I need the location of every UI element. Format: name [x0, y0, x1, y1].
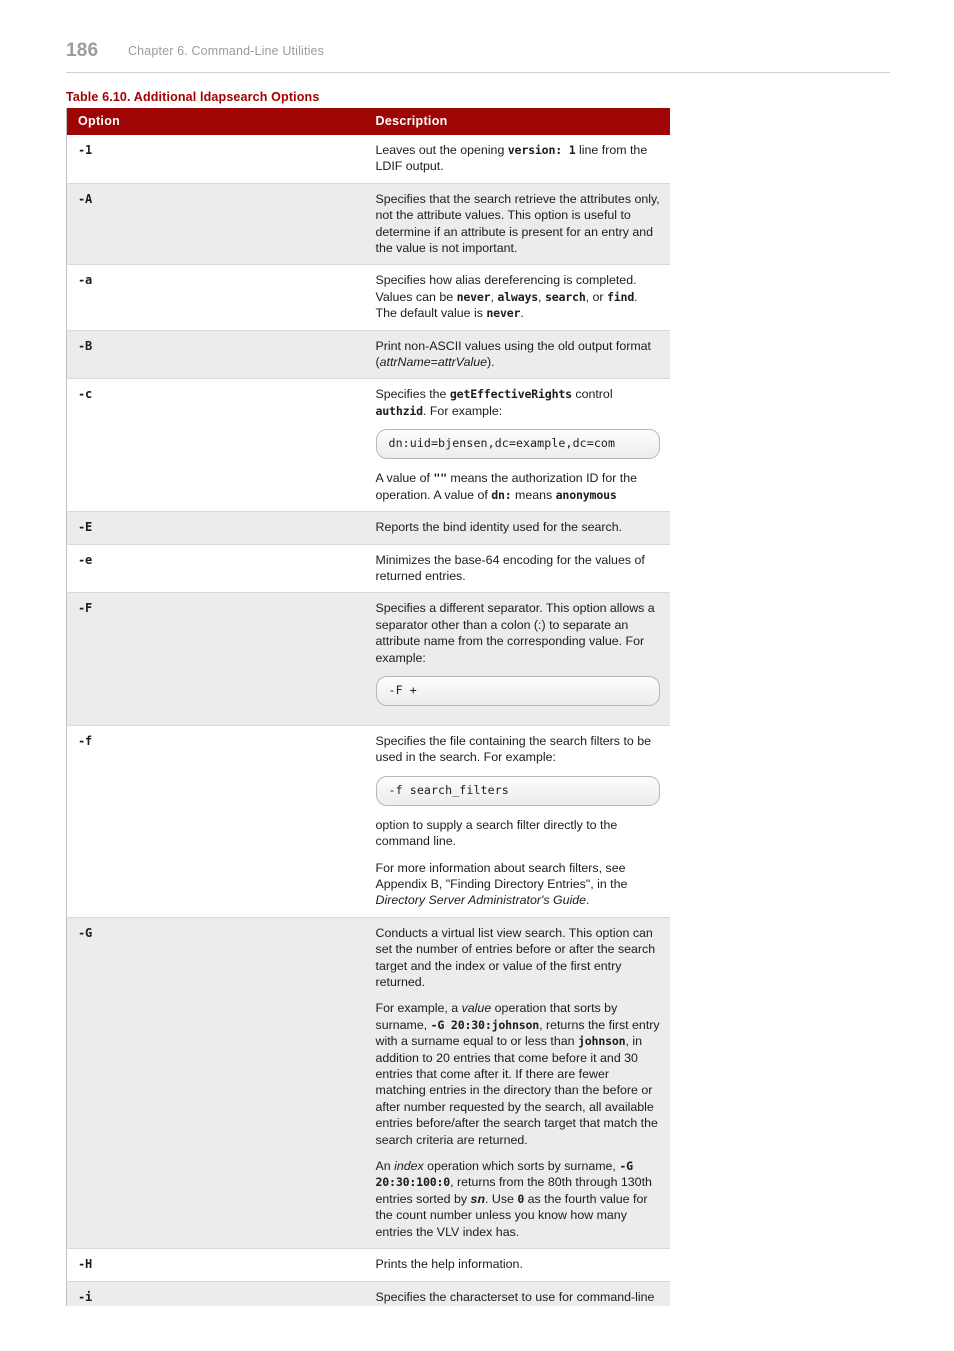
description-paragraph: Specifies the file containing the search… [375, 733, 652, 765]
table-body: -1 Leaves out the opening version: 1 line… [66, 135, 670, 1307]
description-paragraph: For example, a value operation that sort… [375, 1001, 660, 1147]
option-cell: -1 [66, 135, 371, 184]
table-row: -B Print non-ASCII values using the old o… [66, 329, 670, 379]
description-cell: Reports the bind identity used for the s… [370, 511, 670, 544]
description-cell: Print non-ASCII values using the old out… [370, 329, 670, 379]
table-header-row: Option Description [66, 108, 670, 135]
document-page: 186 Chapter 6. Command-Line Utilities Ta… [0, 0, 954, 1351]
description-paragraph: An index operation which sorts by surnam… [375, 1159, 652, 1239]
option-cell: -c [66, 378, 371, 512]
option-cell: -e [66, 543, 371, 593]
table-row: -a Specifies how alias dereferencing is c… [66, 264, 670, 331]
table-row: -e Minimizes the base-64 encoding for the… [66, 543, 670, 593]
option-cell: -i [66, 1280, 371, 1306]
table-row: -A Specifies that the search retrieve the… [66, 182, 670, 265]
option-cell: -F [66, 592, 371, 726]
column-header-description: Description [370, 108, 670, 135]
description-cell: Specifies a different separator. This op… [370, 592, 670, 726]
table-row: -G Conducts a virtual list view search. T… [66, 916, 670, 1249]
option-cell: -G [66, 916, 371, 1249]
description-cell: Minimizes the base-64 encoding for the v… [370, 543, 670, 593]
description-paragraph: Print non-ASCII values using the old out… [375, 338, 652, 370]
table-row: -c Specifies the getEffectiveRights contr… [66, 378, 670, 512]
table-row: -f Specifies the file containing the sear… [66, 724, 670, 918]
description-paragraph: Reports the bind identity used for the s… [375, 520, 623, 535]
table-head: Option Description [66, 108, 670, 135]
description-cell: Prints the help information. [370, 1248, 670, 1281]
option-cell: -a [66, 264, 371, 331]
description-paragraph: Prints the help information. [375, 1257, 523, 1272]
running-header: 186 Chapter 6. Command-Line Utilities [66, 40, 890, 73]
description-paragraph: Conducts a virtual list view search. Thi… [375, 925, 656, 989]
option-cell: -f [66, 724, 371, 918]
table-row: -1 Leaves out the opening version: 1 line… [66, 135, 670, 184]
option-cell: -E [66, 511, 371, 544]
description-cell: Leaves out the opening version: 1 line f… [370, 135, 670, 184]
description-paragraph: Specifies a different separator. This op… [375, 601, 655, 665]
page-number: 186 [66, 40, 99, 61]
description-paragraph: Specifies the getEffectiveRights control… [375, 387, 613, 418]
description-paragraph: A value of "" means the authorization ID… [375, 471, 638, 502]
description-cell: Specifies the file containing the search… [370, 724, 670, 918]
description-paragraph: Leaves out the opening version: 1 line f… [375, 143, 648, 174]
chapter-title: Chapter 6. Command-Line Utilities [128, 44, 325, 58]
column-header-option: Option [66, 108, 371, 135]
description-cell: Specifies how alias dereferencing is com… [370, 264, 670, 331]
table-row: -i Specifies the characterset to use for … [66, 1280, 670, 1307]
description-paragraph: option to supply a search filter directl… [375, 817, 618, 849]
description-cell: Specifies the getEffectiveRights control… [370, 378, 670, 512]
description-cell: Specifies that the search retrieve the a… [370, 182, 670, 265]
table-row: -F Specifies a different separator. This … [66, 592, 670, 726]
description-paragraph: Minimizes the base-64 encoding for the v… [375, 552, 645, 583]
table-row: -H Prints the help information. [66, 1248, 670, 1281]
option-cell: -B [66, 329, 371, 379]
options-table-container: Option Description -1 Leaves out the open… [66, 108, 670, 1306]
code-example-box: -f search_filters [375, 775, 660, 806]
option-cell: -H [66, 1248, 371, 1281]
table-row: -E Reports the bind identity used for the… [66, 511, 670, 544]
table-caption: Table 6.10. Additional ldapsearch Option… [66, 90, 320, 104]
description-paragraph: For more information about search filter… [375, 860, 628, 908]
description-paragraph: Specifies that the search retrieve the a… [375, 191, 660, 256]
description-paragraph: Specifies the characterset to use for co… [375, 1289, 655, 1307]
description-cell: Specifies the characterset to use for co… [370, 1280, 670, 1307]
code-example-box: dn:uid=bjensen,dc=example,dc=com [375, 429, 660, 460]
option-cell: -A [66, 182, 371, 265]
description-cell: Conducts a virtual list view search. Thi… [370, 916, 670, 1249]
options-table: Option Description -1 Leaves out the open… [66, 108, 670, 1306]
description-paragraph: Specifies how alias dereferencing is com… [375, 273, 638, 321]
code-example-box: -F + [375, 675, 660, 706]
